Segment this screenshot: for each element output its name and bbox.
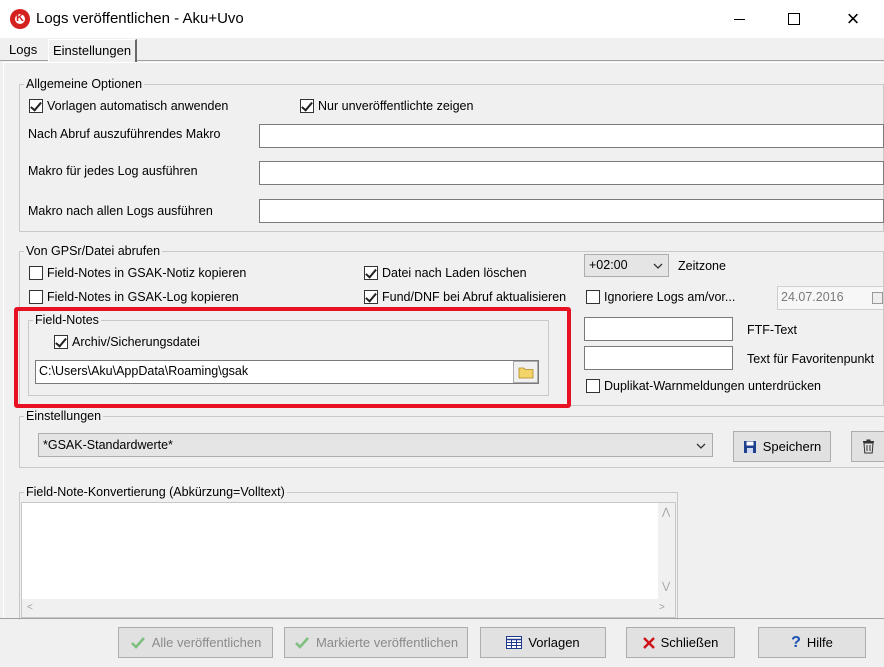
dup-warn-checkbox[interactable]: [586, 379, 600, 393]
only-unpublished-label: Nur unveröffentlichte zeigen: [318, 99, 474, 113]
chevron-down-icon: [653, 263, 663, 269]
maximize-button[interactable]: [767, 0, 821, 38]
save-label: Speichern: [762, 439, 822, 454]
close-label: Schließen: [660, 635, 719, 650]
highlight-frame: [14, 307, 571, 408]
macro-after-fetch-input[interactable]: [259, 124, 884, 148]
window-title: Logs veröffentlichen - Aku+Uvo: [36, 10, 244, 27]
scroll-up-icon[interactable]: ⋀: [662, 507, 670, 518]
macro-each-log-label: Makro für jedes Log ausführen: [28, 164, 198, 178]
preset-dropdown[interactable]: *GSAK-Standardwerte*: [38, 433, 713, 457]
maximize-icon: [788, 13, 800, 25]
minimize-button[interactable]: [712, 0, 766, 38]
delete-after-load-checkbox[interactable]: [364, 266, 378, 280]
grid-icon: [506, 636, 523, 649]
scroll-down-icon[interactable]: ⋁: [662, 581, 670, 592]
horizontal-scrollbar[interactable]: [22, 599, 675, 617]
fav-text-input[interactable]: [584, 346, 733, 370]
fn-to-log-checkbox[interactable]: [29, 290, 43, 304]
delete-preset-button[interactable]: [851, 431, 884, 462]
publish-marked-label: Markierte veröffentlichen: [315, 635, 459, 650]
help-button[interactable]: ? Hilfe: [758, 627, 866, 658]
macro-after-all-label: Makro nach allen Logs ausführen: [28, 204, 213, 218]
close-button[interactable]: Schließen: [626, 627, 735, 658]
update-fund-dnf-label: Fund/DNF bei Abruf aktualisieren: [382, 290, 567, 304]
tab-logs[interactable]: Logs: [5, 39, 41, 61]
save-button[interactable]: Speichern: [733, 431, 831, 462]
gps-fetch-title: Von GPSr/Datei abrufen: [24, 244, 163, 258]
help-label: Hilfe: [806, 635, 833, 650]
checkmark-icon: [130, 636, 145, 649]
calendar-icon[interactable]: [872, 292, 883, 304]
publish-all-button[interactable]: Alle veröffentlichen: [118, 627, 273, 658]
apply-templates-label: Vorlagen automatisch anwenden: [47, 99, 229, 113]
footer-separator: [0, 618, 884, 619]
delete-after-load-label: Datei nach Laden löschen: [382, 266, 527, 280]
close-icon: ×: [846, 6, 860, 31]
ftf-text-input[interactable]: [584, 317, 733, 341]
chevron-down-icon: [696, 443, 706, 449]
update-fund-dnf-checkbox[interactable]: [364, 290, 378, 304]
ignore-date-value: 24.07.2016: [781, 290, 844, 304]
publish-marked-button[interactable]: Markierte veröffentlichen: [284, 627, 468, 658]
only-unpublished-checkbox[interactable]: [300, 99, 314, 113]
fn-to-log-label: Field-Notes in GSAK-Log kopieren: [47, 290, 239, 304]
ftf-text-label: FTF-Text: [747, 323, 797, 337]
close-window-button[interactable]: ×: [826, 0, 880, 38]
dup-warn-label: Duplikat-Warnmeldungen unterdrücken: [604, 379, 822, 393]
minimize-icon: [733, 18, 745, 20]
scroll-right-icon[interactable]: >: [659, 602, 665, 613]
preset-value: *GSAK-Standardwerte*: [43, 438, 173, 452]
ignore-logs-checkbox[interactable]: [586, 290, 600, 304]
timezone-dropdown[interactable]: +02:00: [584, 254, 669, 277]
scroll-left-icon[interactable]: <: [27, 602, 33, 613]
ignore-date-input[interactable]: 24.07.2016: [777, 286, 884, 310]
macro-after-fetch-label: Nach Abruf auszuführendes Makro: [28, 127, 221, 141]
templates-label: Vorlagen: [528, 635, 580, 650]
trash-icon: [862, 439, 874, 454]
fn-to-note-label: Field-Notes in GSAK-Notiz kopieren: [47, 266, 247, 280]
help-icon: ?: [791, 633, 801, 651]
close-x-icon: [642, 636, 655, 649]
timezone-label: Zeitzone: [678, 259, 726, 273]
tab-einstellungen[interactable]: Einstellungen: [48, 39, 138, 62]
general-options-title: Allgemeine Optionen: [24, 77, 145, 91]
timezone-value: +02:00: [589, 258, 628, 272]
conversion-textarea[interactable]: ⋀ ⋁ < >: [21, 502, 676, 618]
publish-all-label: Alle veröffentlichen: [151, 635, 262, 650]
floppy-disk-icon: [743, 440, 756, 453]
fn-to-note-checkbox[interactable]: [29, 266, 43, 280]
apply-templates-checkbox[interactable]: [29, 99, 43, 113]
ignore-logs-label: Ignoriere Logs am/vor...: [604, 290, 736, 304]
fav-text-label: Text für Favoritenpunkt: [747, 352, 875, 366]
macro-each-log-input[interactable]: [259, 161, 884, 185]
conversion-title: Field-Note-Konvertierung (Abkürzung=Voll…: [24, 485, 287, 499]
macro-after-all-input[interactable]: [259, 199, 884, 223]
settings-title: Einstellungen: [24, 409, 104, 423]
checkmark-icon: [295, 636, 309, 649]
app-logo-icon: [10, 9, 30, 29]
templates-button[interactable]: Vorlagen: [480, 627, 606, 658]
